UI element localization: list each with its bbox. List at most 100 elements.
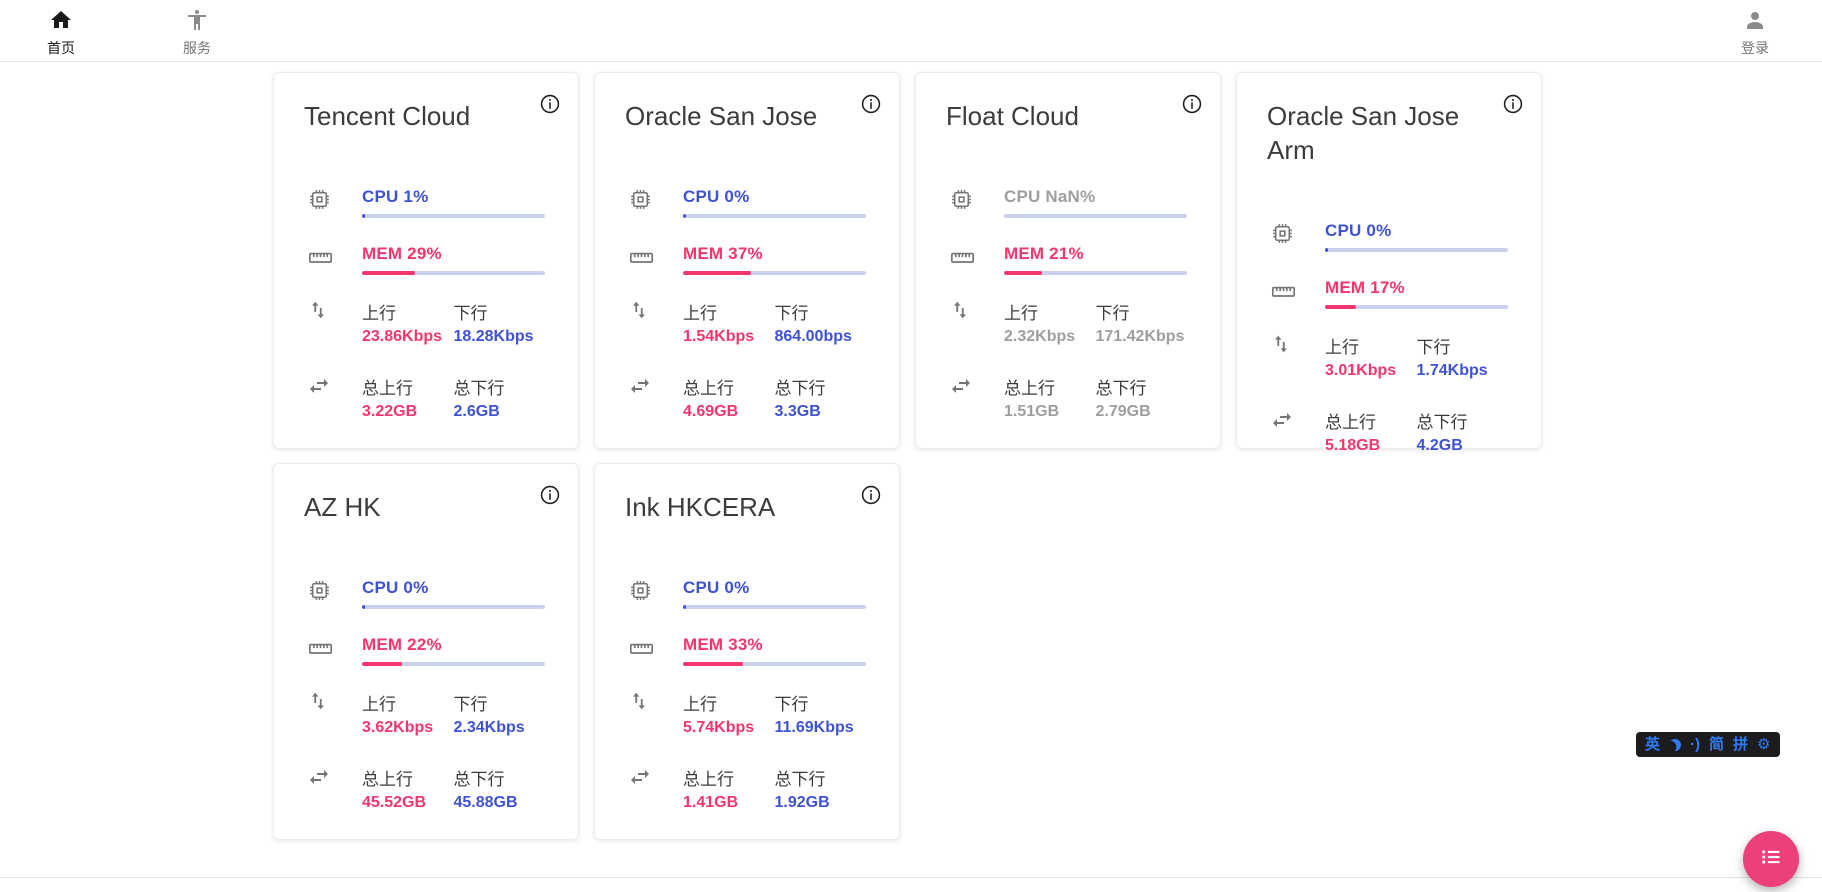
upload-label: 上行 <box>362 299 454 324</box>
memory-ruler-icon <box>304 244 362 275</box>
accessibility-icon <box>185 8 209 37</box>
mem-progress-bar <box>683 662 866 666</box>
mem-progress-bar <box>683 271 866 275</box>
server-name: Oracle San Jose Arm <box>1267 99 1508 167</box>
download-label: 下行 <box>775 299 867 324</box>
total-download-value: 3.3GB <box>775 403 867 421</box>
upload-value: 5.74Kbps <box>683 719 775 737</box>
download-label: 下行 <box>1096 299 1188 324</box>
cpu-usage-text: CPU 0% <box>362 578 545 598</box>
download-value: 1.74Kbps <box>1417 362 1509 380</box>
net-speed-row: 上行 3.01Kbps 下行 1.74Kbps <box>1267 333 1508 380</box>
info-icon[interactable] <box>1181 93 1203 115</box>
memory-ruler-icon <box>1267 278 1325 309</box>
mem-row: MEM 29% <box>304 244 545 275</box>
mem-row: MEM 33% <box>625 635 866 666</box>
top-nav: 首页 服务 登录 <box>0 0 1822 62</box>
memory-ruler-icon <box>625 635 683 666</box>
server-card-grid: Tencent Cloud CPU 1% MEM 29% <box>273 72 1542 840</box>
home-icon <box>49 8 73 37</box>
info-icon[interactable] <box>860 484 882 506</box>
download-label: 下行 <box>1417 333 1509 358</box>
up-down-arrows-icon <box>304 299 362 346</box>
info-icon[interactable] <box>539 93 561 115</box>
server-card: Ink HKCERA CPU 0% MEM 33% <box>594 463 900 840</box>
net-total-row: 总上行1.51GB 总下行2.79GB <box>946 374 1187 421</box>
net-total-row: 总上行5.18GB 总下行4.2GB <box>1267 408 1508 455</box>
cpu-chip-icon <box>1267 221 1325 252</box>
gear-icon[interactable]: ⚙ <box>1757 737 1770 752</box>
download-value: 18.28Kbps <box>454 328 546 346</box>
info-icon[interactable] <box>1502 93 1524 115</box>
cpu-progress-bar <box>362 605 545 609</box>
download-label: 下行 <box>454 690 546 715</box>
cpu-usage-text: CPU 0% <box>683 187 866 207</box>
net-total-row: 总上行4.69GB 总下行3.3GB <box>625 374 866 421</box>
memory-ruler-icon <box>625 244 683 275</box>
cpu-row: CPU 0% <box>1267 221 1508 252</box>
nav-item-services[interactable]: 服务 <box>172 8 222 58</box>
up-down-arrows-icon <box>1267 333 1325 380</box>
total-upload-label: 总上行 <box>683 374 775 399</box>
total-upload-label: 总上行 <box>362 374 454 399</box>
swap-horizontal-icon <box>625 374 683 421</box>
info-icon[interactable] <box>860 93 882 115</box>
download-value: 171.42Kbps <box>1096 328 1188 346</box>
mem-row: MEM 22% <box>304 635 545 666</box>
mem-usage-text: MEM 22% <box>362 635 545 655</box>
mem-usage-text: MEM 29% <box>362 244 545 264</box>
net-speed-row: 上行23.86Kbps 下行18.28Kbps <box>304 299 545 346</box>
up-down-arrows-icon <box>625 690 683 737</box>
nav-item-login[interactable]: 登录 <box>1730 8 1780 58</box>
cpu-row: CPU 0% <box>304 578 545 609</box>
server-name: AZ HK <box>304 490 545 524</box>
cpu-progress-bar <box>683 214 866 218</box>
total-upload-value: 1.41GB <box>683 794 775 812</box>
cpu-row: CPU 1% <box>304 187 545 218</box>
net-speed-row: 上行2.32Kbps 下行171.42Kbps <box>946 299 1187 346</box>
swap-horizontal-icon <box>304 765 362 812</box>
total-download-value: 1.92GB <box>775 794 867 812</box>
up-down-arrows-icon <box>946 299 1004 346</box>
server-card: Tencent Cloud CPU 1% MEM 29% <box>273 72 579 449</box>
server-name: Ink HKCERA <box>625 490 866 524</box>
ime-pinyin-toggle[interactable]: 拼 <box>1733 737 1748 752</box>
mem-row: MEM 21% <box>946 244 1187 275</box>
total-download-label: 总下行 <box>775 765 867 790</box>
net-speed-row: 上行3.62Kbps 下行2.34Kbps <box>304 690 545 737</box>
memory-ruler-icon <box>946 244 1004 275</box>
total-upload-label: 总上行 <box>683 765 775 790</box>
swap-horizontal-icon <box>1267 408 1325 455</box>
ime-english-toggle[interactable]: 英 <box>1645 737 1660 752</box>
ime-punctuation-toggle[interactable]: ·) <box>1690 737 1700 752</box>
server-card: Float Cloud CPU NaN% MEM 21% <box>915 72 1221 449</box>
server-list-fab[interactable] <box>1743 831 1799 887</box>
nav-login-label: 登录 <box>1741 38 1769 58</box>
total-upload-value: 4.69GB <box>683 403 775 421</box>
upload-label: 上行 <box>1325 333 1417 358</box>
download-value: 864.00bps <box>775 328 867 346</box>
swap-horizontal-icon <box>625 765 683 812</box>
cpu-chip-icon <box>625 578 683 609</box>
download-value: 2.34Kbps <box>454 719 546 737</box>
net-speed-row: 上行1.54Kbps 下行864.00bps <box>625 299 866 346</box>
mem-row: MEM 17% <box>1267 278 1508 309</box>
cpu-progress-bar <box>1004 214 1187 218</box>
upload-value: 23.86Kbps <box>362 328 454 346</box>
swap-horizontal-icon <box>946 374 1004 421</box>
mem-usage-text: MEM 21% <box>1004 244 1187 264</box>
total-upload-value: 45.52GB <box>362 794 454 812</box>
upload-value: 3.01Kbps <box>1325 362 1417 380</box>
moon-icon[interactable] <box>1668 737 1683 752</box>
ime-simplified-toggle[interactable]: 简 <box>1709 737 1724 752</box>
net-total-row: 总上行45.52GB 总下行45.88GB <box>304 765 545 812</box>
mem-usage-text: MEM 37% <box>683 244 866 264</box>
cpu-progress-bar <box>362 214 545 218</box>
nav-item-home[interactable]: 首页 <box>36 8 86 58</box>
total-download-value: 2.79GB <box>1096 403 1188 421</box>
cpu-row: CPU 0% <box>625 187 866 218</box>
info-icon[interactable] <box>539 484 561 506</box>
cpu-progress-bar <box>683 605 866 609</box>
net-total-row: 总上行 1.41GB 总下行 1.92GB <box>625 765 866 812</box>
cpu-usage-text: CPU NaN% <box>1004 187 1187 207</box>
